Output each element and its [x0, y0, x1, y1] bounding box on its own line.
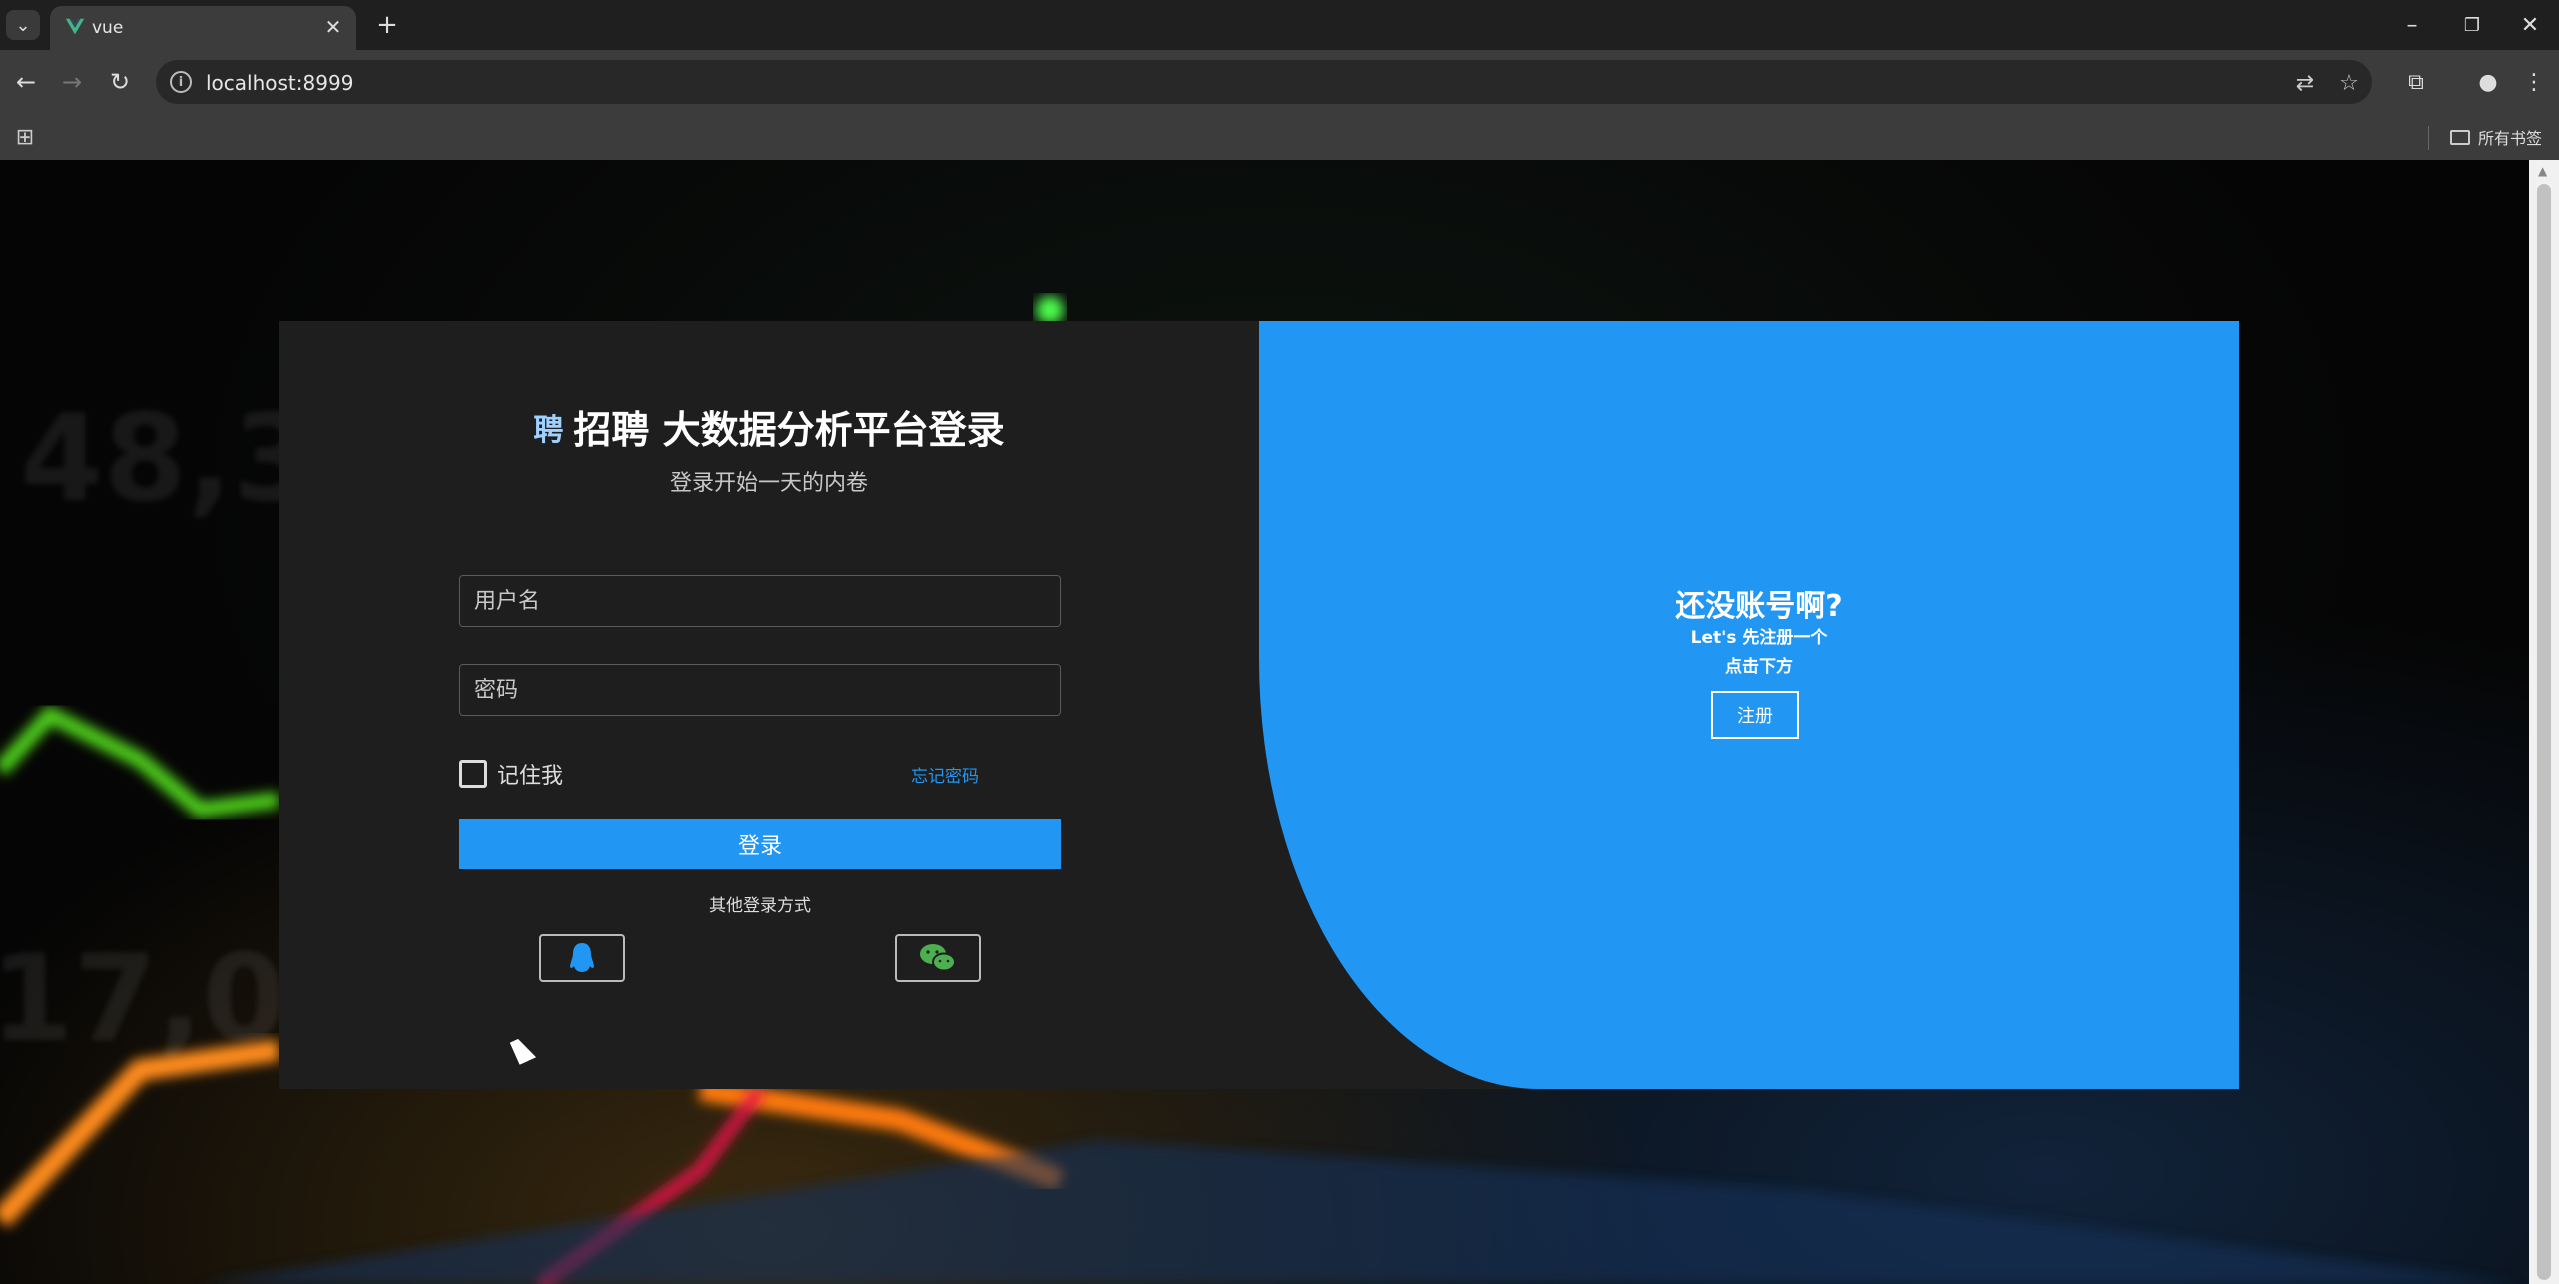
remember-me[interactable]: 记住我 — [459, 758, 563, 790]
vue-logo-icon — [65, 18, 85, 35]
wechat-icon — [920, 944, 956, 972]
other-login-methods-label: 其他登录方式 — [709, 896, 811, 916]
bookmarks-bar: ⊞ 所有书签 — [0, 114, 2559, 160]
site-info-icon[interactable]: i — [170, 71, 192, 93]
bookmarks-divider — [2428, 126, 2429, 150]
close-icon[interactable]: ✕ — [320, 14, 346, 40]
scrollbar-thumb[interactable] — [2537, 184, 2551, 1280]
browser-tab[interactable]: vue ✕ — [50, 6, 356, 50]
login-header: 聘 招聘 大数据分析平台登录 — [279, 399, 1259, 454]
scroll-up-icon[interactable]: ▲ — [2538, 164, 2547, 178]
page-scrollbar[interactable]: ▲ — [2529, 160, 2559, 1284]
forward-button[interactable]: → — [54, 64, 90, 100]
browser-tab-bar: ⌄ vue ✕ + – ❐ ✕ — [0, 0, 2559, 50]
minimize-button[interactable]: – — [2382, 6, 2442, 44]
menu-icon[interactable]: ⋮ — [2516, 64, 2552, 100]
remember-label: 记住我 — [497, 764, 564, 789]
apps-grid-icon[interactable]: ⊞ — [10, 122, 40, 152]
restore-button[interactable]: ❐ — [2442, 6, 2502, 44]
username-input[interactable] — [459, 575, 1061, 627]
browser-toolbar: ← → ↻ i localhost:8999 ⇄ ☆ ⧉ ● ⋮ — [0, 50, 2559, 114]
login-card: 聘 招聘 大数据分析平台登录 登录开始一天的内卷 记住我 忘记密码 登录 其他登… — [279, 321, 2239, 1089]
extensions-icon[interactable]: ⧉ — [2398, 64, 2434, 100]
all-bookmarks-button[interactable]: 所有书签 — [2450, 122, 2542, 152]
reload-button[interactable]: ↻ — [102, 64, 138, 100]
all-bookmarks-label: 所有书签 — [2478, 129, 2543, 148]
page-title: 招聘 大数据分析平台登录 — [573, 408, 1005, 452]
address-bar[interactable]: i localhost:8999 ⇄ ☆ — [156, 60, 2372, 104]
back-button[interactable]: ← — [8, 64, 44, 100]
background-decoration: 17,0 — [0, 930, 287, 1069]
remember-checkbox[interactable] — [459, 760, 487, 788]
register-button[interactable]: 注册 — [1711, 691, 1799, 739]
new-tab-button[interactable]: + — [372, 10, 402, 40]
wechat-login-button[interactable] — [895, 934, 981, 982]
forgot-password-link[interactable]: 忘记密码 — [911, 762, 979, 787]
register-title: 还没账号啊? — [1675, 589, 1843, 624]
register-line-2: 点击下方 — [1725, 657, 1793, 677]
login-panel: 聘 招聘 大数据分析平台登录 登录开始一天的内卷 记住我 忘记密码 登录 其他登… — [279, 321, 1259, 1089]
profile-icon[interactable]: ● — [2470, 64, 2506, 100]
login-button[interactable]: 登录 — [459, 819, 1061, 869]
page-subtitle: 登录开始一天的内卷 — [669, 471, 868, 496]
window-close-button[interactable]: ✕ — [2500, 6, 2559, 44]
url-text: localhost:8999 — [206, 71, 354, 95]
password-input[interactable] — [459, 664, 1061, 716]
logo-icon: 聘 — [533, 412, 564, 448]
bookmark-star-icon[interactable]: ☆ — [2334, 68, 2364, 98]
background-decoration: 48,3 — [20, 390, 317, 529]
translate-icon[interactable]: ⇄ — [2290, 68, 2320, 98]
register-line-1: Let's 先注册一个 — [1690, 628, 1828, 648]
tab-title: vue — [92, 18, 124, 38]
tab-list-button[interactable]: ⌄ — [6, 10, 40, 40]
page-viewport: 48,3 17,0 聘 招聘 大数据分析平台登录 登录开始一天的内卷 记住我 忘… — [0, 160, 2559, 1284]
qq-icon — [570, 943, 594, 972]
folder-icon — [2450, 129, 2470, 145]
qq-login-button[interactable] — [539, 934, 625, 982]
